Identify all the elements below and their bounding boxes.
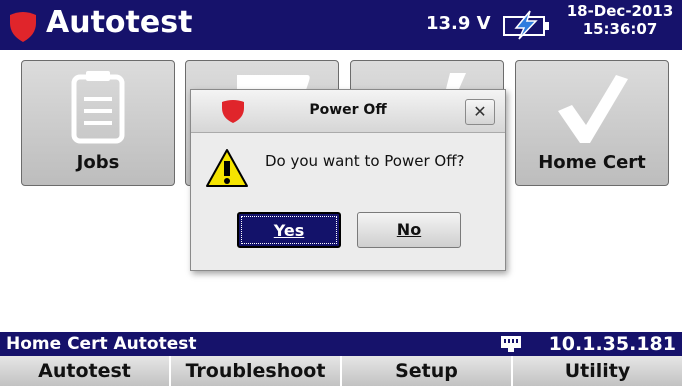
home-cert-tile[interactable]: Home Cert: [515, 60, 669, 186]
app-title: Autotest: [46, 5, 193, 40]
title-bar: Autotest 13.9 V 18-Dec-2013 15:36:07: [0, 0, 682, 50]
power-off-dialog: Power Off ✕ Do you want to Power Off? Ye…: [190, 89, 506, 271]
current-mode-text: Home Cert Autotest: [6, 334, 197, 354]
network-icon: [501, 336, 521, 352]
tab-utility[interactable]: Utility: [513, 356, 682, 386]
battery-charging-icon: [503, 10, 549, 40]
dialog-title: Power Off: [309, 102, 387, 118]
yes-button[interactable]: Yes: [237, 212, 341, 248]
shield-logo-icon: [10, 12, 36, 42]
voltage-readout: 13.9 V: [426, 13, 491, 34]
softkey-tabs: Autotest Troubleshoot Setup Utility: [0, 356, 682, 386]
date-text: 18-Dec-2013: [566, 2, 674, 20]
tab-setup[interactable]: Setup: [342, 356, 513, 386]
status-bar: Home Cert Autotest 10.1.35.181: [0, 332, 682, 356]
jobs-tile[interactable]: Jobs: [21, 60, 175, 186]
warning-icon: [206, 149, 248, 187]
no-button[interactable]: No: [357, 212, 461, 248]
tile-label: Home Cert: [538, 152, 646, 173]
shield-logo-icon: [222, 100, 244, 123]
ip-address: 10.1.35.181: [548, 333, 676, 355]
tab-troubleshoot[interactable]: Troubleshoot: [171, 356, 342, 386]
close-button[interactable]: ✕: [465, 99, 495, 125]
checkmark-icon: [558, 75, 628, 143]
tab-autotest[interactable]: Autotest: [0, 356, 171, 386]
time-text: 15:36:07: [582, 20, 658, 38]
clipboard-icon: [71, 71, 125, 144]
tile-label: Jobs: [76, 152, 120, 173]
dialog-message: Do you want to Power Off?: [265, 152, 465, 170]
date-time: 18-Dec-2013 15:36:07: [562, 2, 678, 38]
dialog-title-bar: Power Off ✕: [191, 90, 505, 133]
